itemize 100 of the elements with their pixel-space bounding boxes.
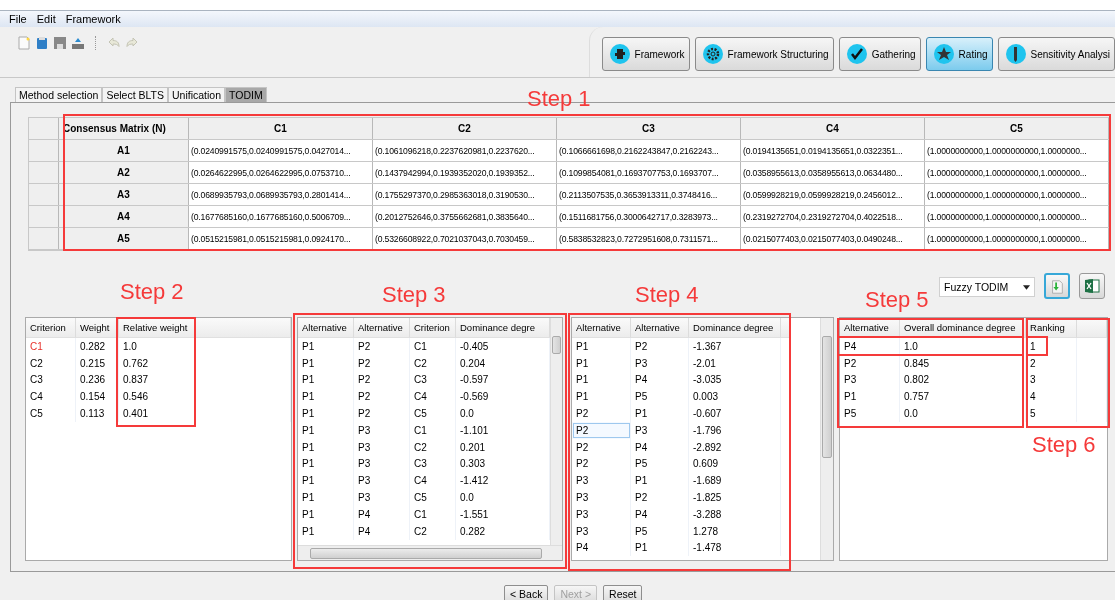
table-cell: P1	[298, 438, 354, 456]
column-header: C4	[741, 118, 925, 139]
table-cell: 0.282	[76, 338, 119, 355]
tab[interactable]: TODIM	[225, 87, 267, 102]
menu-item[interactable]: Framework	[65, 13, 121, 25]
nav-button[interactable]: Sensitivity Analysi	[997, 37, 1115, 71]
checkmark-icon	[845, 43, 868, 65]
vertical-scrollbar[interactable]	[550, 318, 562, 545]
table-cell: P3	[354, 455, 410, 473]
table-cell: (0.2113507535,0.3653913311,0.3748416...	[557, 184, 741, 205]
table-cell: P1	[298, 422, 354, 439]
table-cell: P2	[572, 438, 631, 456]
table-cell: P1	[298, 505, 354, 523]
table-cell: (0.1099854081,0.1693707753,0.1693707...	[557, 162, 741, 183]
table-cell: -0.607	[689, 405, 781, 422]
column-header: Criterion	[410, 318, 456, 338]
table-cell: 0.609	[689, 455, 781, 473]
table-cell: 0.837	[119, 371, 196, 389]
table-cell: P3	[354, 472, 410, 490]
table-cell: -1.825	[689, 489, 781, 506]
step-annotation: Step 5	[865, 288, 929, 312]
table-cell: C5	[26, 405, 76, 422]
vertical-scrollbar[interactable]	[820, 318, 833, 560]
column-header: Alternative	[572, 318, 631, 338]
table-cell: (0.0240991575,0.0240991575,0.0427014...	[189, 140, 373, 161]
table-cell: -1.478	[689, 539, 781, 557]
save-icon[interactable]	[53, 36, 67, 50]
table-cell: (0.5326608922,0.7021037043,0.7030459...	[373, 228, 557, 249]
step-annotation: Step 1	[527, 87, 591, 111]
tab[interactable]: Select BLTS	[102, 87, 168, 102]
table-cell: P1	[631, 472, 689, 490]
table-cell: 2	[1026, 354, 1077, 372]
column-header: Dominance degre	[456, 318, 550, 338]
download-button[interactable]	[1044, 273, 1070, 299]
nav-button[interactable]: Framework Structuring	[694, 37, 834, 71]
wizard-button[interactable]: < Back	[504, 585, 549, 600]
nav-button[interactable]: Framework	[601, 37, 690, 71]
table-cell: P2	[840, 354, 900, 372]
horizontal-scrollbar[interactable]	[298, 545, 562, 560]
upload-tray-icon[interactable]	[71, 36, 85, 50]
puzzle-icon	[608, 43, 631, 65]
table-cell: 0.113	[76, 405, 119, 422]
table-cell: (1.0000000000,1.0000000000,1.0000000...	[925, 184, 1109, 205]
table-cell: P3	[572, 472, 631, 490]
row-header	[29, 118, 59, 139]
nav-button[interactable]: Rating	[925, 37, 993, 71]
table-cell: (0.0599928219,0.0599928219,0.2456012...	[741, 184, 925, 205]
excel-export-button[interactable]	[1079, 273, 1105, 299]
menu-item[interactable]: File	[9, 13, 27, 25]
table-cell: 0.0	[900, 405, 1026, 422]
table-cell: 0.762	[119, 354, 196, 372]
nav-button[interactable]: Gathering	[838, 37, 921, 71]
table-cell: C1	[26, 338, 76, 355]
step-annotation: Step 3	[382, 283, 446, 307]
table-cell: 3	[1026, 371, 1077, 389]
new-file-icon[interactable]	[17, 36, 31, 50]
table-cell: P5	[631, 388, 689, 406]
table-cell: P2	[572, 422, 631, 439]
table-cell: P4	[572, 539, 631, 557]
wizard-button[interactable]: Reset	[603, 585, 643, 600]
table-cell: (0.0515215981,0.0515215981,0.0924170...	[189, 228, 373, 249]
table-cell: (0.1061096218,0.2237620981,0.2237620...	[373, 140, 557, 161]
table-cell: C5	[410, 405, 456, 422]
table-cell: P4	[631, 371, 689, 389]
table-cell: P4	[840, 338, 900, 355]
tab[interactable]: Method selection	[15, 87, 103, 102]
undo-icon[interactable]	[107, 36, 121, 50]
table-cell: P3	[631, 354, 689, 372]
table-cell: C3	[410, 455, 456, 473]
table-cell: P2	[354, 388, 410, 406]
table-cell: (1.0000000000,1.0000000000,1.0000000...	[925, 140, 1109, 161]
table-cell: (0.5838532823,0.7272951608,0.7311571...	[557, 228, 741, 249]
clipboard-icon[interactable]	[35, 36, 49, 50]
table-cell: 0.757	[900, 388, 1026, 406]
tab[interactable]: Unification	[168, 87, 225, 102]
table-cell: P1	[298, 489, 354, 506]
method-dropdown[interactable]: Fuzzy TODIM	[939, 277, 1035, 297]
table-cell: (0.1755297370,0.2985363018,0.3190530...	[373, 184, 557, 205]
gear-icon	[701, 43, 724, 65]
table-cell: P1	[298, 455, 354, 473]
table-cell: P1	[298, 522, 354, 540]
table-cell: (0.0215077403,0.0215077403,0.0490248...	[741, 228, 925, 249]
column-header: Dominance degree	[689, 318, 781, 338]
table-cell: C4	[410, 388, 456, 406]
table-cell: -1.689	[689, 472, 781, 490]
table-cell: P3	[354, 438, 410, 456]
table-cell: P1	[298, 388, 354, 406]
table-cell: P1	[572, 354, 631, 372]
step-annotation: Step 6	[1032, 433, 1096, 457]
row-header: A2	[59, 162, 189, 183]
table-cell: 0.215	[76, 354, 119, 372]
redo-icon[interactable]	[125, 36, 139, 50]
table-cell: P2	[354, 405, 410, 422]
menu-item[interactable]: Edit	[36, 13, 56, 25]
download-icon	[1049, 278, 1065, 296]
spreadsheet-icon	[1083, 277, 1101, 295]
table-cell: P1	[298, 405, 354, 422]
table-cell: P4	[631, 438, 689, 456]
table-cell: P4	[354, 505, 410, 523]
step-annotation: Step 4	[635, 283, 699, 307]
